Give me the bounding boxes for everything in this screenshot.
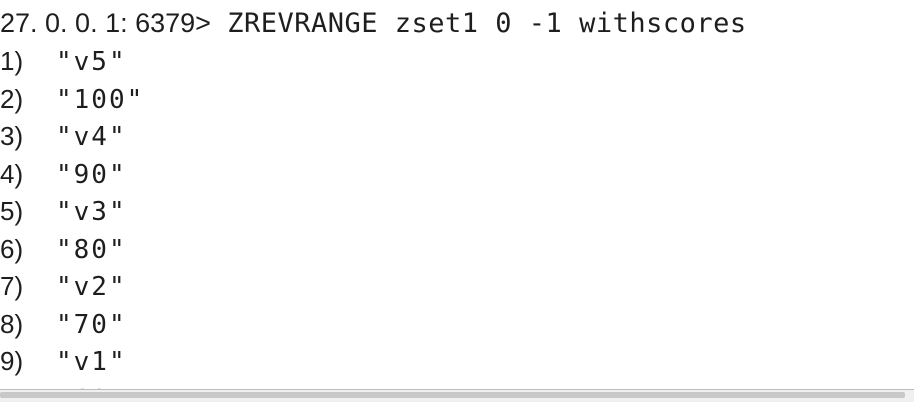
horizontal-scrollbar[interactable]: [0, 389, 914, 402]
output-row: 9) "v1": [0, 343, 144, 381]
output-row: 7) "v2": [0, 268, 144, 306]
output-row: 3) "v4": [0, 118, 144, 156]
row-value: "70": [56, 309, 127, 340]
row-index: 9): [0, 346, 24, 376]
row-index: 5): [0, 196, 24, 226]
row-index: 7): [0, 271, 24, 301]
row-value: "90": [56, 159, 127, 190]
output-row: 6) "80": [0, 231, 144, 269]
row-index: 1): [0, 46, 24, 76]
row-value: "100": [56, 84, 145, 115]
output-row: 4) "90": [0, 156, 144, 194]
output-list: 1) "v5" 2) "100" 3) "v4" 4) "90" 5) "v3" 6) "8…: [0, 43, 144, 393]
row-value: "v1": [56, 347, 127, 377]
output-row: 2) "100": [0, 81, 144, 119]
prompt: 27. 0. 0. 1: 6379>: [0, 8, 211, 38]
row-value: "v3": [56, 197, 127, 227]
row-index: 6): [0, 233, 24, 264]
terminal-window[interactable]: 27. 0. 0. 1: 6379> ZREVRANGE zset1 0 -1 …: [0, 0, 914, 402]
scrollbar-thumb[interactable]: [0, 392, 905, 398]
row-value: "80": [56, 234, 127, 265]
row-value: "v2": [56, 272, 127, 302]
command-line: 27. 0. 0. 1: 6379> ZREVRANGE zset1 0 -1 …: [0, 5, 747, 41]
row-value: "v4": [56, 122, 127, 152]
row-value: "v5": [56, 47, 127, 77]
output-row: 1) "v5": [0, 43, 144, 81]
row-index: 8): [0, 308, 24, 339]
command-text: ZREVRANGE zset1 0 -1 withscores: [227, 8, 747, 39]
output-row: 8) "70": [0, 306, 144, 344]
row-index: 4): [0, 158, 24, 189]
row-index: 2): [0, 83, 24, 114]
row-index: 3): [0, 121, 24, 151]
output-row: 5) "v3": [0, 193, 144, 231]
